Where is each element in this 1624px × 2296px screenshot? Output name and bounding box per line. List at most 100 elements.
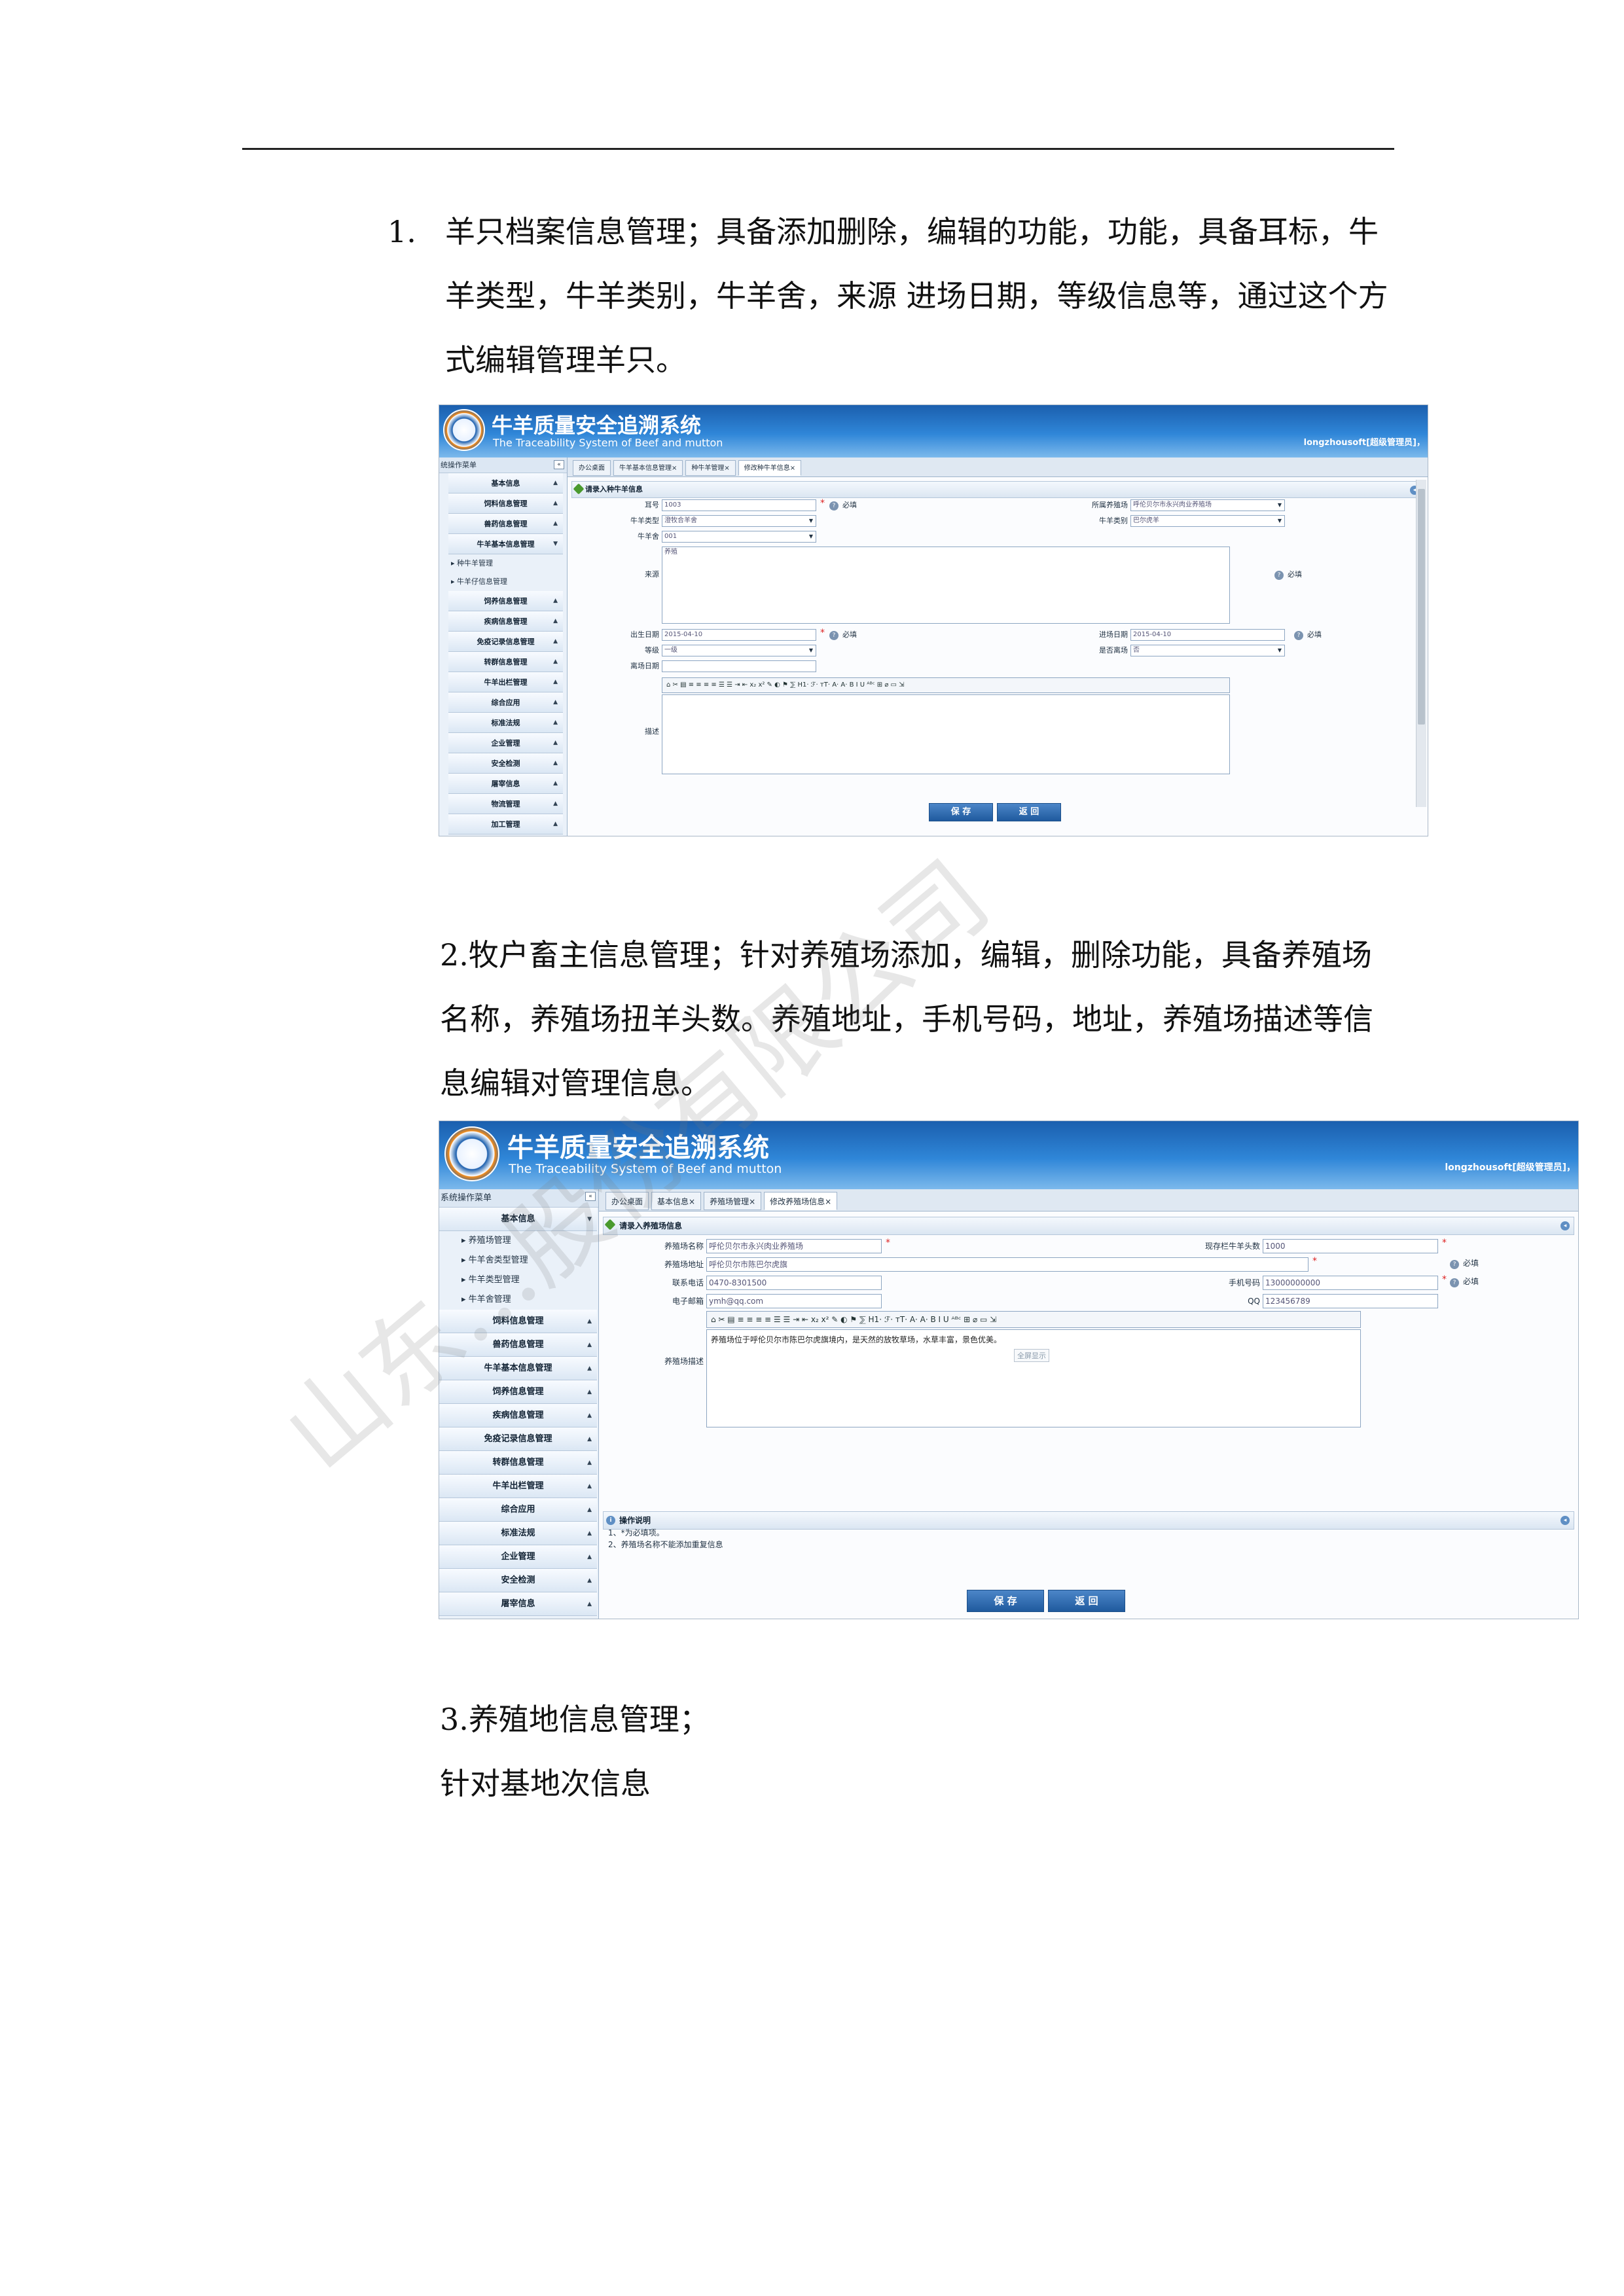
current-user[interactable]: longzhousoft[超级管理员]， [1304, 435, 1425, 448]
farm-form: 养殖场名称 呼伦贝尔市永兴肉业养殖场 * 现存栏牛羊头数 1000 * 养殖场地… [599, 1236, 1578, 1498]
sidebar-item[interactable]: 免疫记录信息管理 ▲ [448, 632, 563, 652]
desc-editor[interactable]: 养殖场位于呼伦贝尔市陈巴尔虎旗境内，是天然的放牧草场，水草丰富，景色优美。 [706, 1329, 1361, 1427]
save-button[interactable]: 保 存 [929, 803, 993, 821]
chevron-up-icon: ▲ [553, 679, 558, 685]
desc-label: 描述 [645, 727, 659, 736]
category-select[interactable]: 巴尔虎羊 [1130, 515, 1285, 527]
editor-toolbar[interactable]: ⌂ ✂ ▤ ≡ ≡ ≡ ≡ ☰ ☰ ⇥ ⇤ x₂ x² ✎ ◐ ⚑ ⅀ H1· … [706, 1311, 1361, 1328]
chevron-down-icon: ▼ [553, 541, 558, 547]
required-star: * [820, 628, 825, 638]
grade-select[interactable]: 一级 [662, 645, 816, 656]
sidebar-item[interactable]: 牛羊基本信息管理 ▼ [448, 534, 563, 554]
tab-edit-breeding-stock[interactable]: 修改种牛羊信息× [738, 460, 802, 476]
tab-basic-info[interactable]: 基本信息× [651, 1192, 702, 1210]
sidebar-item[interactable]: 屠宰信息 ▲ [439, 1592, 597, 1616]
collapse-panel-icon[interactable]: ◂ [1561, 1221, 1570, 1230]
source-textarea[interactable]: 养殖 [662, 547, 1230, 624]
ear-input[interactable]: 1003 [662, 499, 816, 511]
tab-farm-management[interactable]: 养殖场管理× [704, 1192, 762, 1210]
sidebar-item[interactable]: 饲养信息管理 ▲ [439, 1380, 597, 1404]
chevron-down-icon: ▼ [587, 1216, 592, 1223]
sidebar-item[interactable]: 综合应用 ▲ [448, 692, 563, 713]
birth-input[interactable]: 2015-04-10 [662, 629, 816, 641]
sidebar-item[interactable]: 安全检测 ▲ [439, 1569, 597, 1592]
chevron-up-icon: ▲ [553, 780, 558, 787]
tab-desktop[interactable]: 办公桌面 [605, 1192, 649, 1210]
back-button[interactable]: 返 回 [997, 803, 1061, 821]
editor-toolbar[interactable]: ⌂ ✂ ▤ ≡ ≡ ≡ ≡ ☰ ☰ ⇥ ⇤ x₂ x² ✎ ◐ ⚑ ⅀ H1· … [662, 677, 1230, 693]
sidebar-item[interactable]: 加工管理 ▲ [448, 814, 563, 834]
leave-input[interactable] [662, 660, 816, 672]
sidebar-subitem[interactable]: ▸ 牛羊仔信息管理 [439, 573, 567, 591]
sidebar-item[interactable]: 免疫记录信息管理 ▲ [439, 1427, 597, 1451]
pencil-icon [604, 1219, 616, 1230]
livestock-form: 耳号 1003 * ?必填 所属养殖场 呼伦贝尔市永兴肉业养殖场 牛羊类型 澄牧… [568, 497, 1416, 798]
save-button[interactable]: 保 存 [967, 1590, 1044, 1612]
chevron-up-icon: ▲ [587, 1577, 592, 1584]
sidebar-item[interactable]: 屠宰信息 ▲ [448, 774, 563, 794]
farm-select[interactable]: 呼伦贝尔市永兴肉业养殖场 [1130, 499, 1285, 511]
sidebar-item[interactable]: 转群信息管理 ▲ [439, 1451, 597, 1475]
logo-icon [444, 1126, 499, 1181]
sidebar-item[interactable]: 基本信息 ▼ [439, 1208, 597, 1231]
entry-input[interactable]: 2015-04-10 [1130, 629, 1285, 641]
chevron-up-icon: ▲ [587, 1318, 592, 1325]
fullscreen-tooltip: 全屏显示 [1014, 1349, 1049, 1362]
sidebar-item[interactable]: 物流管理 ▲ [448, 794, 563, 814]
name-input[interactable]: 呼伦贝尔市永兴肉业养殖场 [706, 1239, 882, 1253]
tab-desktop[interactable]: 办公桌面 [573, 460, 611, 476]
sidebar-item[interactable]: 转群信息管理 ▲ [448, 652, 563, 672]
type-select[interactable]: 澄牧合羊舍 [662, 515, 816, 527]
tab-breeding-stock[interactable]: 种牛羊管理× [685, 460, 736, 476]
tab-bar: 办公桌面 牛羊基本信息管理× 种牛羊管理× 修改种牛羊信息× [568, 457, 1428, 477]
sidebar-item[interactable]: 牛羊出栏管理 ▲ [439, 1475, 597, 1498]
chevron-up-icon: ▲ [587, 1389, 592, 1395]
paragraph-1: 羊只档案信息管理；具备添加删除，编辑的功能，功能，具备耳标，牛羊类型，牛羊类别，… [393, 200, 1401, 392]
required-star: * [1442, 1238, 1447, 1248]
sidebar-item[interactable]: 兽药信息管理 ▲ [448, 514, 563, 534]
chevron-up-icon: ▲ [587, 1342, 592, 1348]
collapse-icon[interactable]: « [554, 460, 564, 469]
sidebar-item[interactable]: 企业管理 ▲ [448, 733, 563, 753]
sidebar-item[interactable]: 饲料信息管理 ▲ [439, 1310, 597, 1333]
sidebar-item[interactable]: 牛羊基本信息管理 ▲ [439, 1357, 597, 1380]
shed-select[interactable]: 001 [662, 531, 816, 543]
mobile-input[interactable]: 13000000000 [1263, 1276, 1438, 1290]
collapse-icon[interactable]: « [585, 1192, 596, 1201]
sidebar-item[interactable]: 安全检测 ▲ [448, 753, 563, 774]
required-note: ? 必填 [1294, 629, 1322, 640]
sidebar-item[interactable]: 饲料信息管理 ▲ [448, 493, 563, 514]
sidebar-item[interactable]: 牛羊出栏管理 ▲ [448, 672, 563, 692]
sidebar-item[interactable]: 标准法规 ▲ [448, 713, 563, 733]
sidebar-item[interactable]: 疾病信息管理 ▲ [448, 611, 563, 632]
address-input[interactable]: 呼伦贝尔市陈巴尔虎旗 [706, 1257, 1308, 1272]
tab-basic-info[interactable]: 牛羊基本信息管理× [613, 460, 683, 476]
sidebar-item[interactable]: 标准法规 ▲ [439, 1522, 597, 1545]
sidebar-subitem[interactable]: ▸ 养殖场管理 [439, 1231, 598, 1251]
pregnant-select[interactable]: 否 [1130, 645, 1285, 656]
qq-input[interactable]: 123456789 [1263, 1294, 1438, 1308]
screenshot-farm-info: 牛羊质量安全追溯系统 The Traceability System of Be… [439, 1121, 1579, 1619]
sidebar-item[interactable]: 企业管理 ▲ [439, 1545, 597, 1569]
required-note: ? 必填 [829, 499, 857, 511]
sidebar-item[interactable]: 基本信息 ▲ [448, 473, 563, 493]
sidebar-item[interactable]: 饲养信息管理 ▲ [448, 591, 563, 611]
count-input[interactable]: 1000 [1263, 1239, 1438, 1253]
current-user[interactable]: longzhousoft[超级管理员]， [1445, 1160, 1576, 1174]
sidebar-item[interactable]: 综合应用 ▲ [439, 1498, 597, 1522]
email-input[interactable]: ymh@qq.com [706, 1294, 882, 1308]
sidebar-item[interactable]: 兽药信息管理 ▲ [439, 1333, 597, 1357]
chevron-up-icon: ▲ [553, 500, 558, 507]
sidebar-subitem[interactable]: ▸ 种牛羊管理 [439, 554, 567, 573]
scrollbar[interactable] [1416, 480, 1426, 807]
collapse-panel-icon[interactable]: ◂ [1561, 1516, 1570, 1525]
back-button[interactable]: 返 回 [1048, 1590, 1125, 1612]
sidebar-item[interactable]: 疾病信息管理 ▲ [439, 1404, 597, 1427]
sidebar-subitem[interactable]: ▸ 牛羊舍类型管理 [439, 1251, 598, 1270]
tab-edit-farm[interactable]: 修改养殖场信息× [764, 1192, 838, 1210]
desc-editor[interactable] [662, 694, 1230, 774]
phone-input[interactable]: 0470-8301500 [706, 1276, 882, 1290]
sidebar-subitem[interactable]: ▸ 牛羊类型管理 [439, 1270, 598, 1290]
scrollbar-thumb[interactable] [1418, 489, 1425, 725]
sidebar-subitem[interactable]: ▸ 牛羊舍管理 [439, 1290, 598, 1310]
